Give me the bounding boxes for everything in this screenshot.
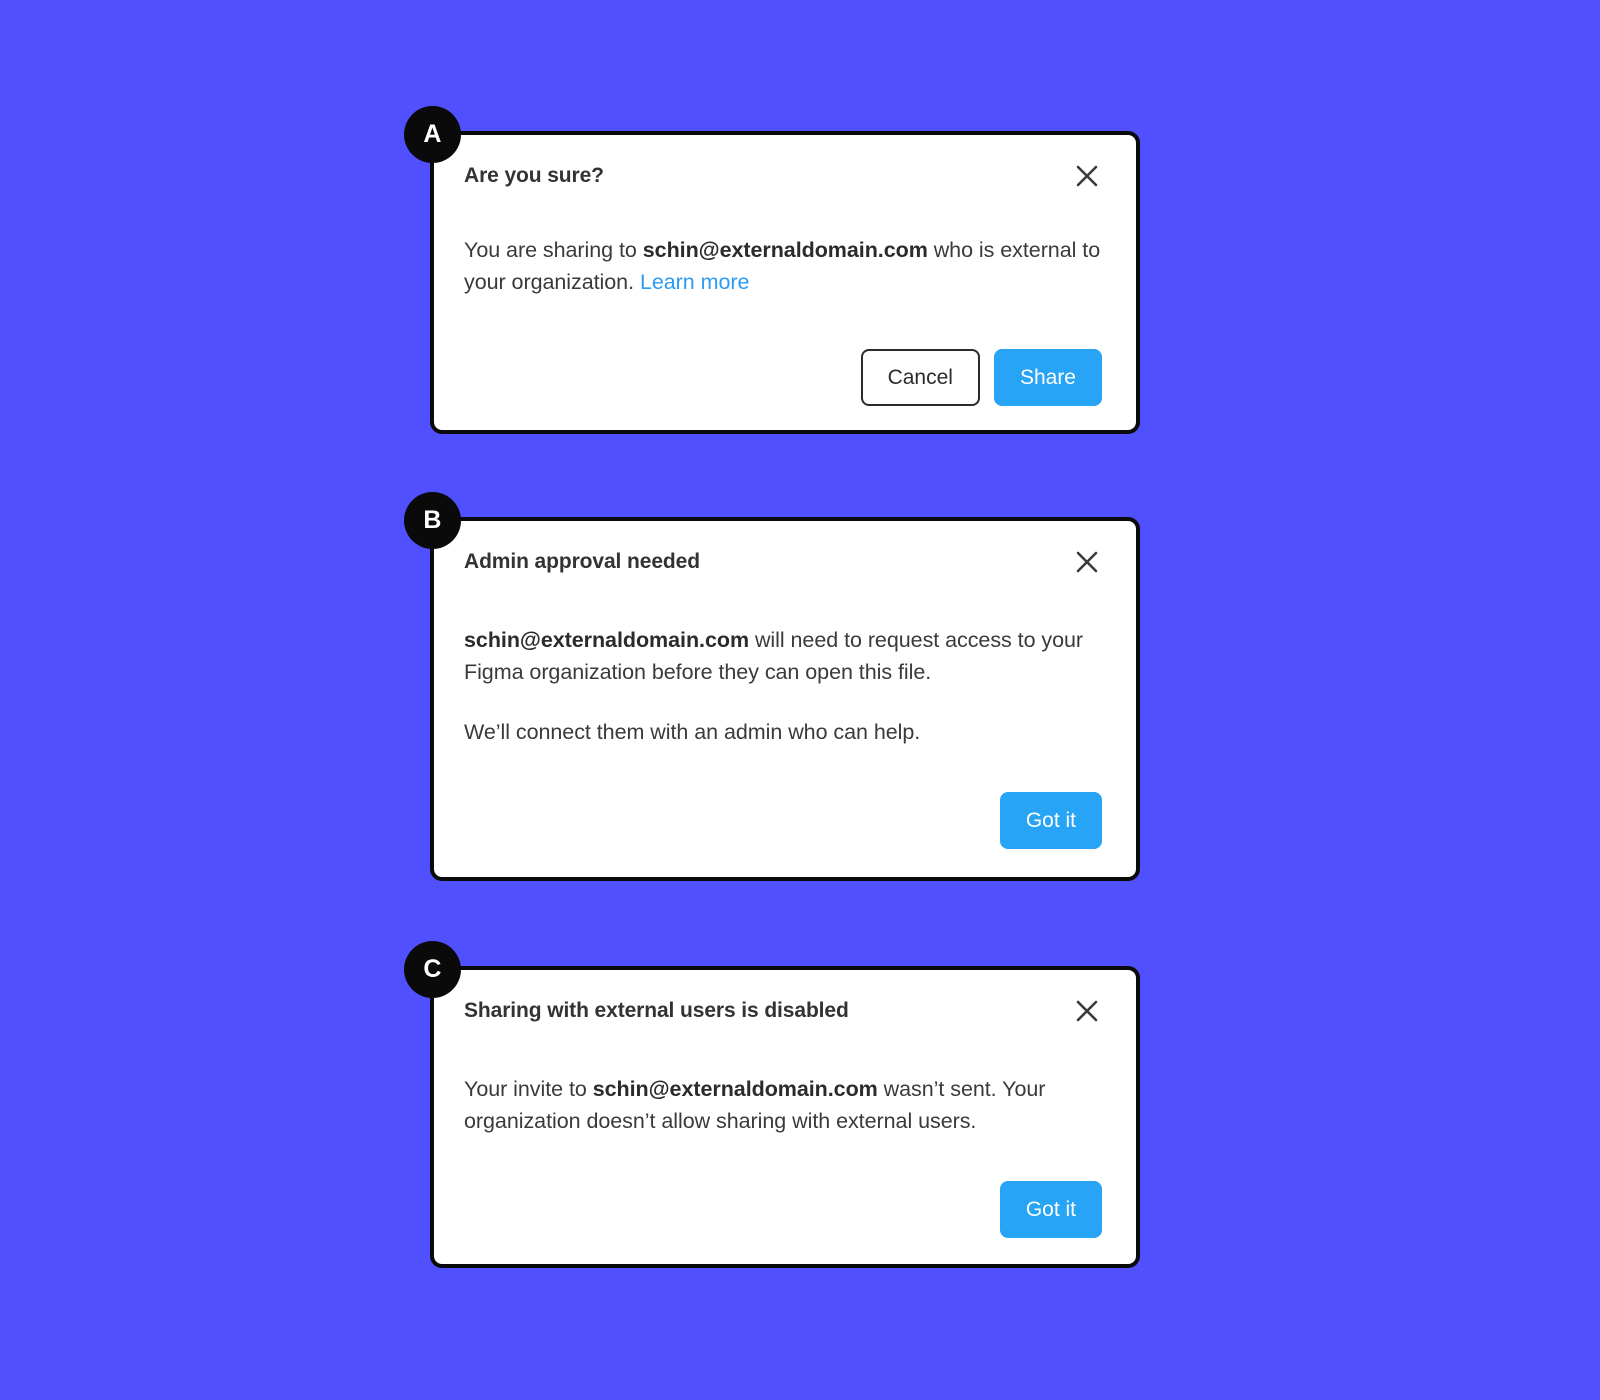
dialog-card-b: Admin approval needed schin@externaldoma… [430, 517, 1140, 881]
email-emphasis: schin@externaldomain.com [464, 628, 750, 652]
dialog-header: Sharing with external users is disabled [464, 998, 1102, 1026]
dialog-gallery: A Are you sure? You are sharing to schin… [0, 0, 1600, 1400]
dialog-actions: Got it [464, 1181, 1102, 1238]
dialog-title: Admin approval needed [464, 550, 700, 573]
learn-more-link[interactable]: Learn more [640, 270, 750, 294]
cancel-button[interactable]: Cancel [860, 349, 980, 406]
email-emphasis: schin@externaldomain.com [642, 238, 928, 262]
body-paragraph: You are sharing to schin@externaldomain.… [464, 235, 1102, 299]
email-emphasis: schin@externaldomain.com [592, 1077, 878, 1101]
dialog-body: You are sharing to schin@externaldomain.… [464, 235, 1102, 299]
dialog-card-c: Sharing with external users is disabled … [430, 966, 1140, 1268]
body-text: We’ll connect them with an admin who can… [464, 719, 921, 744]
card-badge-c: C [404, 941, 461, 998]
dialog-actions: Got it [464, 792, 1102, 849]
body-paragraph: Your invite to schin@externaldomain.com … [464, 1074, 1102, 1138]
dialog-title: Sharing with external users is disabled [464, 999, 849, 1022]
dialog-body: schin@externaldomain.com will need to re… [464, 625, 1102, 748]
dialog-actions: Cancel Share [464, 349, 1102, 406]
dialog-title: Are you sure? [464, 164, 604, 187]
dialog-header: Are you sure? [464, 163, 1102, 191]
got-it-button[interactable]: Got it [999, 1181, 1102, 1238]
card-badge-a: A [404, 106, 461, 163]
dialog-card-a: Are you sure? You are sharing to schin@e… [430, 131, 1140, 434]
body-paragraph: We’ll connect them with an admin who can… [464, 717, 1102, 749]
share-button[interactable]: Share [993, 349, 1102, 406]
got-it-button[interactable]: Got it [999, 792, 1102, 849]
close-icon[interactable] [1072, 161, 1102, 191]
card-badge-b: B [404, 492, 461, 549]
close-icon[interactable] [1072, 547, 1102, 577]
close-icon[interactable] [1072, 996, 1102, 1026]
body-text: Your invite to [464, 1077, 593, 1101]
dialog-body: Your invite to schin@externaldomain.com … [464, 1074, 1102, 1138]
body-text: You are sharing to [464, 238, 643, 262]
dialog-header: Admin approval needed [464, 549, 1102, 577]
body-paragraph: schin@externaldomain.com will need to re… [464, 625, 1102, 689]
